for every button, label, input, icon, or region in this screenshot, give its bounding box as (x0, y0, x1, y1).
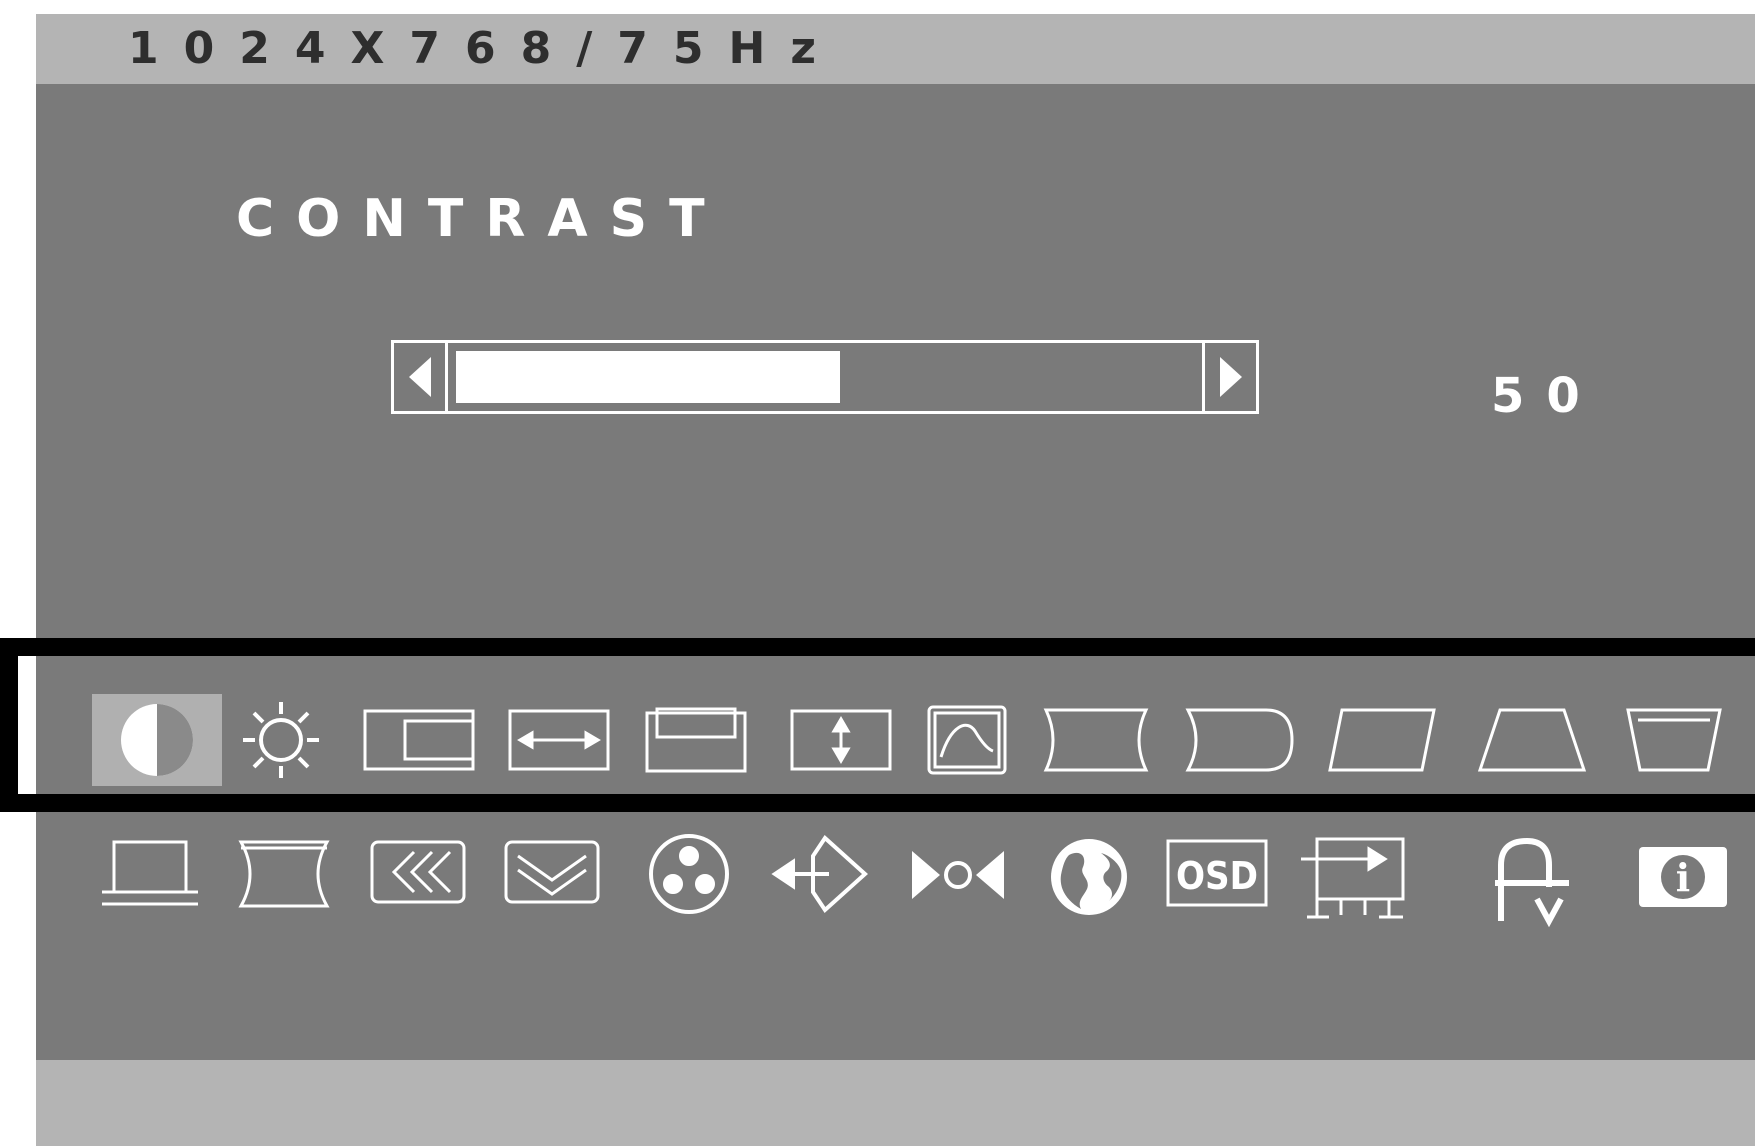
slider-track[interactable] (456, 351, 1194, 403)
osd-icon[interactable]: OSD (1164, 836, 1269, 910)
slider-fill (456, 351, 840, 403)
recall-icon[interactable] (1484, 832, 1580, 928)
info-label: i (1676, 855, 1690, 900)
degauss-icon[interactable] (908, 840, 1008, 910)
moire-h-icon[interactable] (368, 834, 468, 910)
color-icon[interactable] (644, 832, 734, 916)
osd-footer-bar (36, 1060, 1755, 1146)
contrast-slider[interactable] (391, 340, 1259, 414)
bottom-corner-icon[interactable] (236, 834, 331, 914)
selection-highlight-frame (0, 638, 1755, 812)
osd-menu: 1024X768/75Hz CONTRAST 50 OSD i (36, 14, 1755, 1146)
increase-arrow-button[interactable] (1202, 343, 1256, 411)
decrease-arrow-button[interactable] (394, 343, 448, 411)
moire-v-icon[interactable] (502, 834, 602, 910)
osd-position-icon[interactable] (1298, 832, 1408, 924)
input-select-icon[interactable] (771, 832, 871, 916)
information-icon[interactable]: i (1636, 840, 1730, 914)
language-icon[interactable] (1044, 832, 1134, 922)
contrast-value: 50 (1491, 368, 1602, 424)
triangle-left-icon (408, 357, 431, 397)
osd-header-bar: 1024X768/75Hz (36, 14, 1755, 84)
osd-label: OSD (1175, 854, 1257, 898)
signal-timing-label: 1024X768/75Hz (128, 23, 841, 74)
triangle-right-icon (1219, 357, 1242, 397)
top-corner-icon[interactable] (100, 834, 200, 914)
menu-title: CONTRAST (236, 189, 727, 249)
